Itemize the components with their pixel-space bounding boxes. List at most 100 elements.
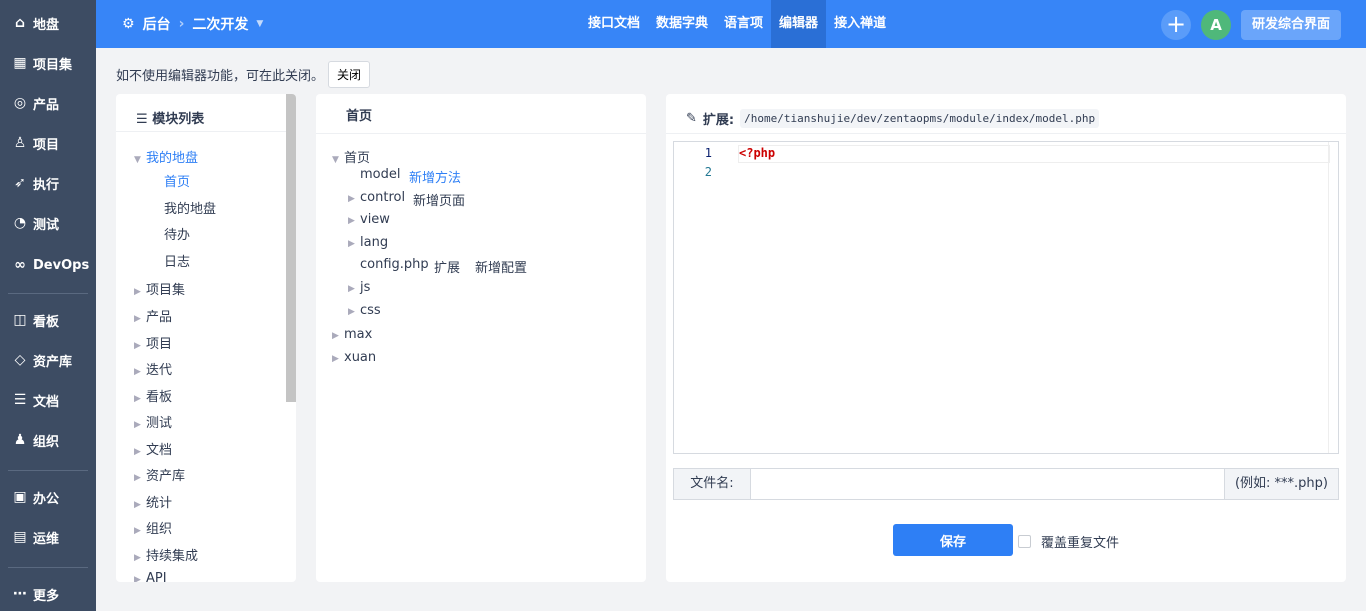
tab-lang[interactable]: 语言项	[716, 0, 771, 48]
file-tree-item[interactable]: ▶ lang	[348, 235, 388, 250]
caret-right-icon[interactable]: ▶	[332, 354, 344, 364]
file-tree-item[interactable]: ▶ css	[348, 303, 381, 318]
caret-right-icon[interactable]: ▶	[134, 394, 146, 404]
tab-data-dict[interactable]: 数据字典	[648, 0, 716, 48]
module-item[interactable]: ▶ 项目	[134, 333, 172, 352]
module-item[interactable]: 我的地盘	[164, 198, 216, 217]
file-tree-item[interactable]: ▶ view	[348, 212, 390, 227]
module-item[interactable]: ▶ 资产库	[134, 465, 185, 484]
file-tree-item[interactable]: 新增页面	[413, 190, 465, 209]
caret-right-icon[interactable]: ▶	[134, 473, 146, 483]
label: 项目	[33, 137, 60, 153]
module-item[interactable]: ▶ API	[134, 571, 167, 582]
module-item[interactable]: ▶ 产品	[134, 306, 172, 325]
module-label: 我的地盘	[164, 202, 217, 217]
module-item[interactable]: ▶ 统计	[134, 492, 172, 511]
sidebar-item-project[interactable]: ♙ 项目	[12, 130, 59, 156]
label: 文档	[33, 394, 60, 410]
avatar[interactable]: A	[1201, 10, 1231, 40]
tab-integrate[interactable]: 接入禅道	[826, 0, 894, 48]
sidebar-item-more[interactable]: ⋯ 更多	[12, 581, 59, 607]
label: 运维	[33, 531, 60, 547]
filename-input[interactable]	[751, 469, 1224, 499]
caret-right-icon[interactable]: ▶	[134, 314, 146, 324]
file-tree-item[interactable]: ▼ 首页	[332, 147, 370, 166]
close-editor-button[interactable]: 关闭	[328, 61, 371, 88]
file-tree-item[interactable]: 新增配置	[475, 257, 527, 276]
overwrite-option[interactable]: 覆盖重复文件	[1018, 532, 1119, 551]
sidebar-item-product[interactable]: ◎ 产品	[12, 90, 59, 116]
module-item[interactable]: ▶ 项目集	[134, 279, 185, 298]
notice-text: 如不使用编辑器功能，可在此关闭。	[116, 69, 325, 84]
file-tree-item[interactable]: 扩展	[434, 257, 460, 276]
caret-right-icon[interactable]: ▶	[134, 420, 146, 430]
tab-api-doc[interactable]: 接口文档	[580, 0, 648, 48]
module-item[interactable]: ▶ 文档	[134, 439, 172, 458]
caret-right-icon[interactable]: ▶	[134, 287, 146, 297]
module-label: 产品	[146, 310, 173, 325]
divider	[8, 470, 88, 471]
save-button[interactable]: 保存	[893, 524, 1013, 556]
file-tree-item[interactable]: config.php	[360, 257, 429, 272]
caret-right-icon[interactable]: ▶	[348, 284, 360, 294]
module-item[interactable]: 待办	[164, 224, 190, 243]
module-item[interactable]: ▶ 测试	[134, 412, 172, 431]
sidebar-item-dashboard[interactable]: ⌂ 地盘	[12, 10, 59, 36]
caret-right-icon[interactable]: ▶	[332, 331, 344, 341]
sidebar-item-program[interactable]: ▦ 项目集	[12, 50, 72, 76]
module-item[interactable]: ▶ 持续集成	[134, 545, 198, 564]
caret-right-icon[interactable]: ▶	[134, 526, 146, 536]
sidebar-item-org[interactable]: ♟ 组织	[12, 427, 59, 453]
file-tree-panel: 首页 ▼ 首页 model 新增方法 ▶ control 新增页面 ▶ view ▶ lang con…	[316, 94, 646, 582]
editor-scrollbar[interactable]	[1328, 142, 1338, 453]
module-item[interactable]: 日志	[164, 251, 190, 270]
breadcrumb: ⚙ 后台 › 二次开发 ▼	[122, 14, 263, 34]
file-tree-item[interactable]: ▶ xuan	[332, 350, 376, 365]
file-tree-item[interactable]: ▶ js	[348, 280, 370, 295]
caret-down-icon[interactable]: ▼	[134, 155, 146, 165]
caret-right-icon[interactable]: ▶	[348, 216, 360, 226]
sidebar-item-devops[interactable]: ∞ DevOps	[12, 252, 89, 278]
divider	[8, 567, 88, 568]
sidebar-item-oa[interactable]: ▣ 办公	[12, 484, 59, 510]
module-label: 日志	[164, 255, 191, 270]
module-label: 项目	[146, 337, 173, 352]
switch-view-button[interactable]: 研发综合界面	[1241, 10, 1341, 40]
file-tree-item[interactable]: 新增方法	[409, 167, 461, 186]
code-line[interactable]: <?php	[738, 145, 1330, 163]
sidebar-item-ops[interactable]: ▤ 运维	[12, 524, 59, 550]
code-editor[interactable]: 1 2 <?php	[673, 141, 1339, 454]
caret-right-icon[interactable]: ▶	[348, 307, 360, 317]
module-item[interactable]: ▶ 组织	[134, 518, 172, 537]
overwrite-checkbox[interactable]	[1018, 535, 1031, 548]
breadcrumb-home[interactable]: 后台	[143, 14, 171, 34]
sidebar-item-test[interactable]: ◔ 测试	[12, 210, 59, 236]
module-item[interactable]: ▶ 迭代	[134, 359, 172, 378]
caret-right-icon[interactable]: ▶	[348, 194, 360, 204]
breadcrumb-section[interactable]: 二次开发	[192, 14, 248, 34]
sidebar-item-assetlib[interactable]: ◇ 资产库	[12, 347, 72, 373]
caret-down-icon[interactable]: ▼	[332, 155, 344, 165]
sidebar-item-execution[interactable]: ➶ 执行	[12, 170, 59, 196]
caret-right-icon[interactable]: ▶	[134, 367, 146, 377]
caret-right-icon[interactable]: ▶	[134, 447, 146, 457]
file-tree-item[interactable]: ▶ max	[332, 327, 372, 342]
module-item[interactable]: ▼ 我的地盘	[134, 147, 198, 166]
test-icon: ◔	[13, 215, 27, 231]
file-tree-item[interactable]: model	[360, 167, 400, 182]
tab-editor[interactable]: 编辑器	[771, 0, 827, 48]
file-tree-title: 首页	[316, 94, 646, 134]
module-item[interactable]: ▶ 看板	[134, 386, 172, 405]
caret-right-icon[interactable]: ▶	[348, 239, 360, 249]
caret-right-icon[interactable]: ▶	[134, 575, 146, 582]
module-item[interactable]: 首页	[164, 171, 190, 190]
caret-right-icon[interactable]: ▶	[134, 341, 146, 351]
file-tree-item[interactable]: ▶ control	[348, 190, 405, 205]
caret-right-icon[interactable]: ▶	[134, 500, 146, 510]
scrollbar[interactable]	[286, 94, 296, 402]
sidebar-item-doc[interactable]: ☰ 文档	[12, 387, 59, 413]
caret-right-icon[interactable]: ▶	[134, 553, 146, 563]
sidebar-item-kanban[interactable]: ◫ 看板	[12, 307, 59, 333]
file-label: control	[360, 190, 406, 205]
plus-icon[interactable]: +	[1161, 10, 1191, 40]
